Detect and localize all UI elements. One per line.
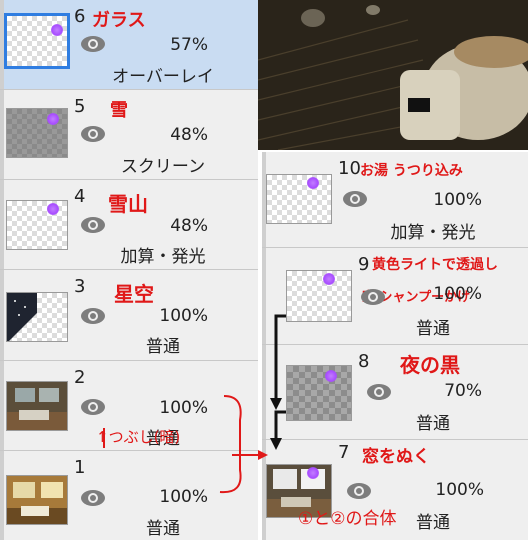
flow-arrows [103,314,286,460]
